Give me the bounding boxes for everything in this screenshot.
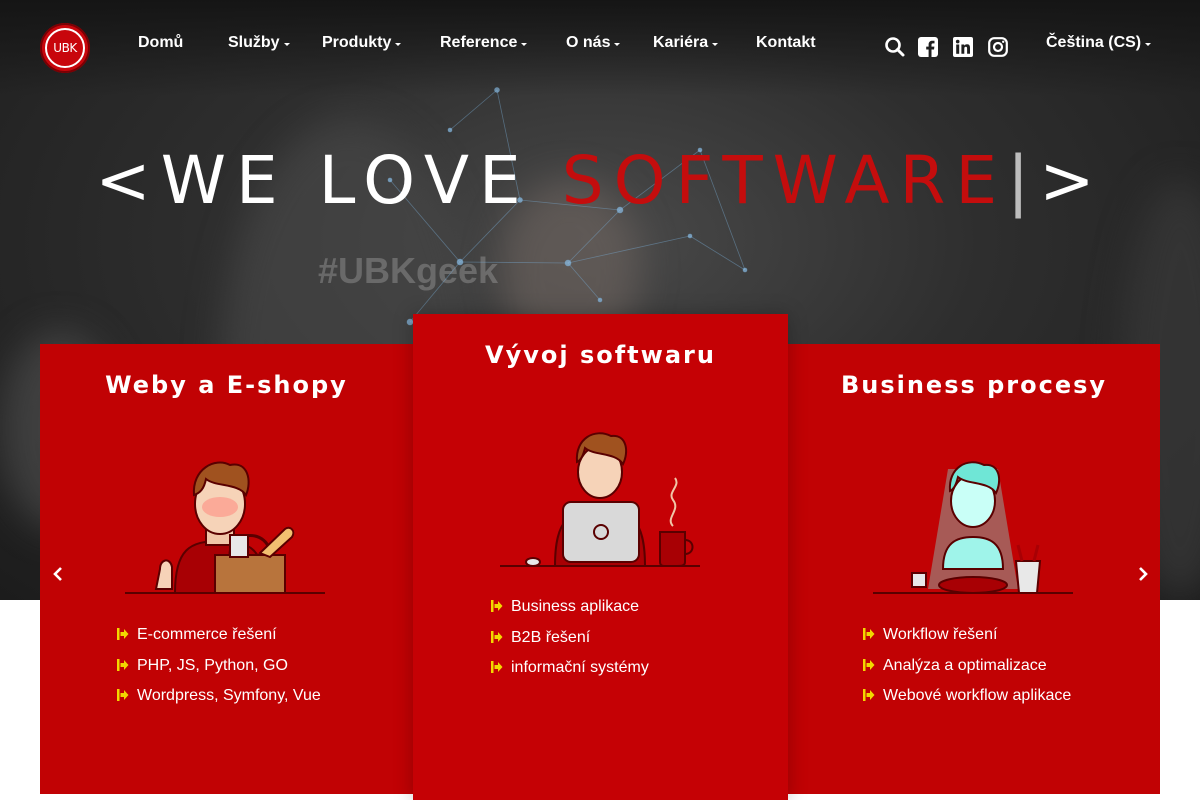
arrow-bullet-icon xyxy=(117,689,129,701)
feature-item: B2B řešení xyxy=(491,629,649,660)
caret-down-icon xyxy=(712,42,719,46)
service-card-business[interactable]: Business procesy Workflow řešení Analýza… xyxy=(788,344,1160,794)
caret-down-icon xyxy=(395,42,402,46)
caret-down-icon xyxy=(1145,42,1152,46)
feature-list: Business aplikace B2B řešení informační … xyxy=(491,598,649,690)
feature-item: E-commerce řešení xyxy=(117,626,321,657)
feature-label: PHP, JS, Python, GO xyxy=(137,656,288,674)
facebook-icon[interactable] xyxy=(918,37,940,59)
feature-list: Workflow řešení Analýza a optimalizace W… xyxy=(863,626,1071,718)
service-card-web[interactable]: Weby a E-shopy E-commerce řešení PHP, JS… xyxy=(40,344,413,794)
nav-item-reference[interactable]: Reference xyxy=(440,34,528,52)
arrow-bullet-icon xyxy=(491,630,503,643)
chevron-left-icon xyxy=(52,567,62,581)
arrow-bullet-icon xyxy=(863,658,875,671)
caret-down-icon xyxy=(521,42,528,46)
carousel-prev-button[interactable] xyxy=(40,552,75,596)
feature-item: Wordpress, Symfony, Vue xyxy=(117,687,321,718)
feature-item: Business aplikace xyxy=(491,598,649,629)
card-title: Weby a E-shopy xyxy=(105,371,348,399)
arrow-bullet-icon xyxy=(491,600,503,612)
service-card-software[interactable]: Vývoj softwaru Business aplikace B2B řeš… xyxy=(413,314,788,800)
arrow-bullet-icon xyxy=(863,689,875,701)
language-selector[interactable]: Čeština (CS) xyxy=(1046,34,1152,52)
developer-illustration-icon xyxy=(500,432,700,567)
language-label: Čeština (CS) xyxy=(1046,34,1142,51)
nav-item-label: Domů xyxy=(138,34,184,51)
card-title: Business procesy xyxy=(840,371,1108,399)
shopper-illustration-icon xyxy=(125,461,325,594)
nav-item-domu[interactable]: Domů xyxy=(138,34,183,52)
nav-item-kariera[interactable]: Kariéra xyxy=(653,34,719,52)
search-icon[interactable] xyxy=(884,36,906,58)
arrow-bullet-icon xyxy=(863,628,875,640)
nav-item-produkty[interactable]: Produkty xyxy=(322,34,402,52)
feature-label: Analýza a optimalizace xyxy=(883,656,1047,674)
nav-item-kontakt[interactable]: Kontakt xyxy=(756,34,816,52)
arrow-bullet-icon xyxy=(491,661,503,673)
arrow-bullet-icon xyxy=(117,628,129,640)
chevron-right-icon xyxy=(1138,567,1148,581)
caret-down-icon xyxy=(614,42,621,46)
feature-item: PHP, JS, Python, GO xyxy=(117,657,321,688)
hero-headline: <WE LOVE SOFTWARE|> xyxy=(0,142,1200,219)
feature-label: B2B řešení xyxy=(511,628,591,646)
feature-list: E-commerce řešení PHP, JS, Python, GO Wo… xyxy=(117,626,321,718)
headline-close-bracket: > xyxy=(1039,142,1105,219)
headline-lead: WE LOVE xyxy=(160,142,562,219)
feature-label: Workflow řešení xyxy=(883,626,998,643)
nav-item-label: Produkty xyxy=(322,34,392,51)
feature-label: Webové workflow aplikace xyxy=(883,687,1072,704)
feature-item: Analýza a optimalizace xyxy=(863,657,1071,688)
nav-item-label: Kariéra xyxy=(653,34,709,51)
feature-label: informační systémy xyxy=(511,659,649,676)
hologram-illustration-icon xyxy=(873,461,1073,594)
feature-label: Wordpress, Symfony, Vue xyxy=(137,687,321,704)
nav-item-sluzby[interactable]: Služby xyxy=(228,34,290,52)
logo[interactable]: UBK xyxy=(40,23,90,73)
feature-label: Business aplikace xyxy=(511,598,640,615)
headline-open-bracket: < xyxy=(95,142,161,219)
nav-item-label: O nás xyxy=(566,34,611,51)
feature-item: Webové workflow aplikace xyxy=(863,687,1071,718)
nav-item-o-nas[interactable]: O nás xyxy=(566,34,621,52)
carousel-next-button[interactable] xyxy=(1125,552,1160,596)
feature-item: informační systémy xyxy=(491,659,649,690)
nav-item-label: Reference xyxy=(440,34,518,51)
nav-item-label: Služby xyxy=(228,34,280,51)
headline-highlight: SOFTWARE xyxy=(561,142,1008,219)
headline-cursor: | xyxy=(1007,142,1040,219)
instagram-icon[interactable] xyxy=(988,37,1010,59)
feature-item: Workflow řešení xyxy=(863,626,1071,657)
nav-item-label: Kontakt xyxy=(756,34,816,51)
logo-text: UBK xyxy=(45,28,85,68)
arrow-bullet-icon xyxy=(117,658,129,671)
feature-label: E-commerce řešení xyxy=(137,626,277,643)
linkedin-icon[interactable] xyxy=(953,37,975,59)
caret-down-icon xyxy=(283,42,290,46)
card-title: Vývoj softwaru xyxy=(485,341,716,369)
